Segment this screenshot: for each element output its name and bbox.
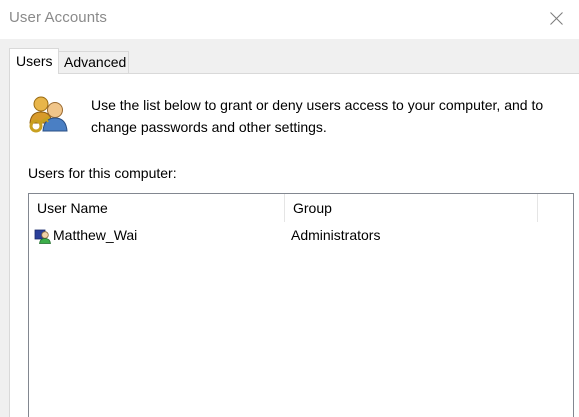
close-button[interactable] <box>533 0 579 38</box>
list-header: User Name Group <box>29 194 573 222</box>
column-header-filler <box>538 194 573 222</box>
tab-users-label: Users <box>16 53 53 69</box>
users-tab-panel: Use the list below to grant or deny user… <box>9 73 579 417</box>
users-list[interactable]: User Name Group Matthew_Wai Administrato… <box>28 193 574 417</box>
user-account-icon <box>34 229 51 244</box>
window-title: User Accounts <box>9 9 108 26</box>
tab-advanced[interactable]: Advanced <box>58 51 129 73</box>
row-group: Administrators <box>291 227 381 243</box>
table-row[interactable]: Matthew_Wai Administrators <box>29 225 573 247</box>
tab-advanced-label: Advanced <box>64 54 127 70</box>
column-header-user-name[interactable]: User Name <box>29 194 285 222</box>
users-list-label: Users for this computer: <box>28 165 177 181</box>
column-header-label: Group <box>293 200 332 216</box>
column-header-label: User Name <box>37 200 108 216</box>
intro-text: Use the list below to grant or deny user… <box>91 97 544 135</box>
tab-users[interactable]: Users <box>9 48 59 74</box>
row-user-name: Matthew_Wai <box>53 227 138 243</box>
dialog-body: Users Advanced Use the list below to gra… <box>0 39 579 417</box>
column-header-group[interactable]: Group <box>285 194 538 222</box>
users-key-icon <box>29 96 68 133</box>
title-bar[interactable]: User Accounts <box>0 0 579 39</box>
close-icon <box>550 12 563 25</box>
user-accounts-window: User Accounts Users Advanced Use the lis… <box>0 0 579 417</box>
